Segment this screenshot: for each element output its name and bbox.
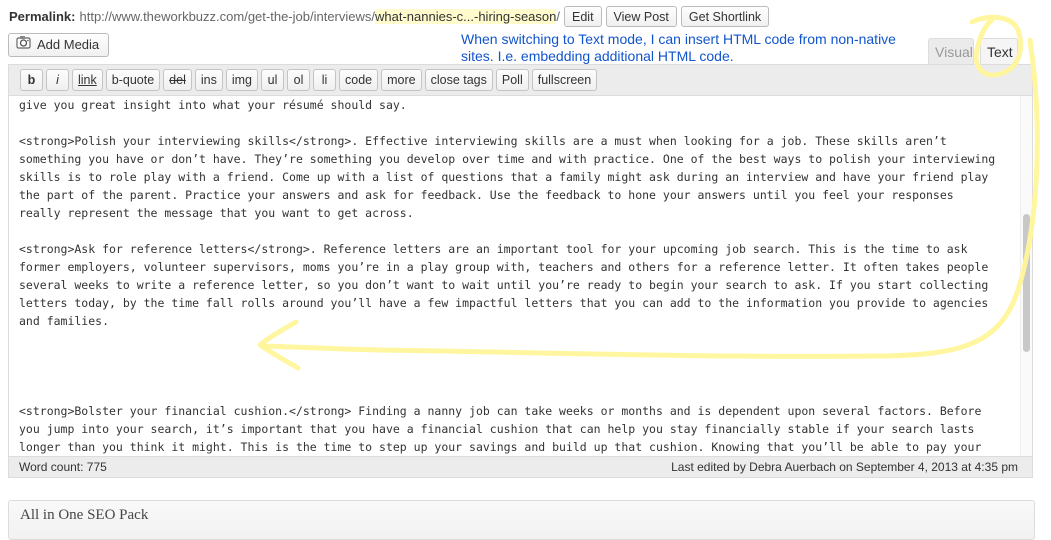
content-line: letters today, by the time fall rolls ar…: [19, 296, 989, 310]
content-line: something you have or don’t have. They’r…: [19, 152, 996, 166]
editor-scrollbar[interactable]: [1020, 96, 1032, 456]
content-line: give you great insight into what your ré…: [19, 98, 407, 112]
more-button[interactable]: more: [381, 69, 422, 91]
permalink-slug[interactable]: what-nannies-c...-hiring-season: [375, 8, 557, 24]
get-shortlink-button[interactable]: Get Shortlink: [680, 5, 770, 27]
add-media-label: Add Media: [37, 37, 100, 52]
annotation-note: When switching to Text mode, I can inser…: [461, 31, 896, 64]
permalink-url-base: http://www.theworkbuzz.com/get-the-job/i…: [79, 8, 375, 24]
content-line: <strong>Bolster your financial cushion.<…: [19, 404, 982, 418]
content-line: <strong>Polish your interviewing skills<…: [19, 134, 947, 148]
content-line: the part of the parent. Practice your an…: [19, 188, 954, 202]
close-tags-button[interactable]: close tags: [424, 69, 493, 91]
italic-button[interactable]: i: [46, 69, 69, 91]
del-button[interactable]: del: [163, 69, 192, 91]
bold-button[interactable]: b: [20, 69, 43, 91]
li-button[interactable]: li: [313, 69, 336, 91]
code-button[interactable]: code: [339, 69, 379, 91]
content-line: former employers, volunteer supervisors,…: [19, 260, 989, 274]
editor-status-bar: Word count: 775 Last edited by Debra Aue…: [9, 456, 1032, 477]
permalink-url-trail: /: [556, 8, 560, 24]
content-line: <strong>Ask for reference letters</stron…: [19, 242, 968, 256]
ul-button[interactable]: ul: [261, 69, 284, 91]
quicktags-toolbar: b i link b-quote del ins img ul ol li co…: [9, 65, 1032, 96]
content-line: really represent the message that you wa…: [19, 206, 414, 220]
ins-button[interactable]: ins: [194, 69, 223, 91]
permalink-bar: Permalink: http://www.theworkbuzz.com/ge…: [9, 5, 770, 27]
link-button[interactable]: link: [72, 69, 103, 91]
edit-permalink-button[interactable]: Edit: [564, 5, 602, 27]
last-edited: Last edited by Debra Auerbach on Septemb…: [671, 460, 1018, 474]
content-line: skills is to role play with a friend. Co…: [19, 170, 989, 184]
content-line: longer than you think it might. This is …: [19, 440, 982, 454]
ol-button[interactable]: ol: [287, 69, 310, 91]
seo-pack-title: All in One SEO Pack: [20, 507, 149, 523]
text-editor: b i link b-quote del ins img ul ol li co…: [8, 64, 1033, 478]
content-line: and families.: [19, 314, 110, 328]
permalink-label: Permalink:: [9, 8, 76, 24]
add-media-button[interactable]: Add Media: [8, 33, 110, 57]
view-post-button[interactable]: View Post: [605, 5, 677, 27]
tab-text[interactable]: Text: [980, 38, 1018, 64]
content-line: several weeks to write a reference lette…: [19, 278, 989, 292]
poll-button[interactable]: Poll: [495, 69, 529, 91]
content-line: you jump into your search, it’s importan…: [19, 422, 975, 436]
word-count: Word count: 775: [19, 460, 107, 474]
tab-visual[interactable]: Visual: [928, 38, 974, 64]
img-button[interactable]: img: [225, 69, 258, 91]
scrollbar-thumb[interactable]: [1023, 214, 1030, 352]
fullscreen-button[interactable]: fullscreen: [531, 69, 598, 91]
media-icon: [16, 34, 32, 56]
content-textarea[interactable]: give you great insight into what your ré…: [9, 96, 1020, 456]
blockquote-button[interactable]: b-quote: [105, 69, 161, 91]
seo-pack-panel[interactable]: All in One SEO Pack: [8, 500, 1035, 540]
